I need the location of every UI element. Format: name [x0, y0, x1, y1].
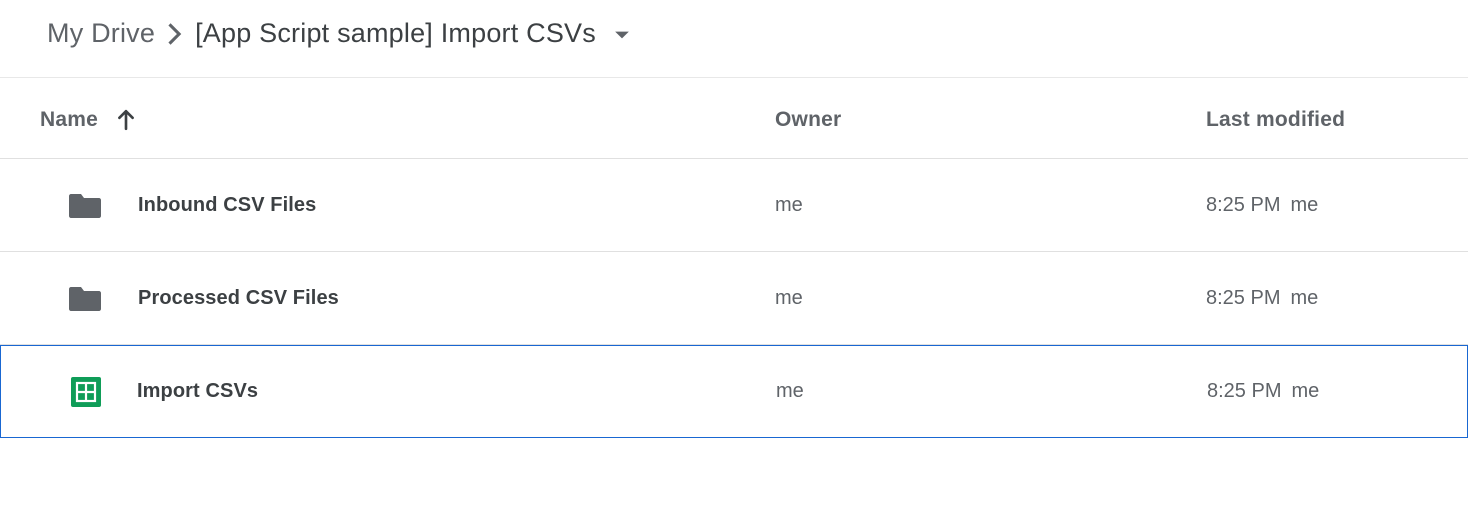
column-header-modified[interactable]: Last modified — [1206, 108, 1428, 132]
modified-time: 8:25 PM — [1206, 287, 1280, 310]
chevron-right-icon — [167, 23, 183, 45]
table-row[interactable]: Inbound CSV Filesme8:25 PMme — [0, 159, 1468, 252]
modified-by: me — [1291, 380, 1319, 403]
file-list: Inbound CSV Filesme8:25 PMmeProcessed CS… — [0, 159, 1468, 438]
column-header-owner[interactable]: Owner — [775, 108, 1206, 132]
cell-owner: me — [776, 380, 1207, 403]
drive-view: My Drive [App Script sample] Import CSVs… — [0, 0, 1468, 438]
breadcrumb-root[interactable]: My Drive — [47, 18, 155, 49]
breadcrumb-current-label: [App Script sample] Import CSVs — [195, 18, 596, 48]
cell-name: Processed CSV Files — [40, 283, 775, 313]
column-modified-label: Last modified — [1206, 108, 1345, 131]
folder-icon — [68, 190, 102, 220]
column-name-label: Name — [40, 108, 98, 132]
breadcrumb: My Drive [App Script sample] Import CSVs — [0, 0, 1468, 78]
table-row[interactable]: Import CSVsme8:25 PMme — [0, 345, 1468, 438]
breadcrumb-current[interactable]: [App Script sample] Import CSVs — [195, 18, 630, 49]
modified-by: me — [1290, 194, 1318, 217]
cell-name: Import CSVs — [41, 377, 776, 407]
cell-modified: 8:25 PM me — [1207, 380, 1427, 403]
modified-time: 8:25 PM — [1206, 194, 1280, 217]
modified-by: me — [1290, 287, 1318, 310]
column-owner-label: Owner — [775, 108, 841, 131]
table-row[interactable]: Processed CSV Filesme8:25 PMme — [0, 252, 1468, 345]
cell-owner: me — [775, 194, 1206, 217]
cell-owner: me — [775, 287, 1206, 310]
cell-name: Inbound CSV Files — [40, 190, 775, 220]
table-header: Name Owner Last modified — [0, 78, 1468, 159]
column-header-name[interactable]: Name — [40, 108, 775, 132]
file-name: Processed CSV Files — [138, 287, 339, 310]
arrow-up-icon[interactable] — [116, 109, 136, 131]
folder-icon — [68, 283, 102, 313]
file-name: Import CSVs — [137, 380, 258, 403]
caret-down-icon[interactable] — [614, 30, 630, 40]
cell-modified: 8:25 PM me — [1206, 287, 1428, 310]
sheets-icon — [71, 377, 101, 407]
file-name: Inbound CSV Files — [138, 194, 316, 217]
cell-modified: 8:25 PM me — [1206, 194, 1428, 217]
modified-time: 8:25 PM — [1207, 380, 1281, 403]
